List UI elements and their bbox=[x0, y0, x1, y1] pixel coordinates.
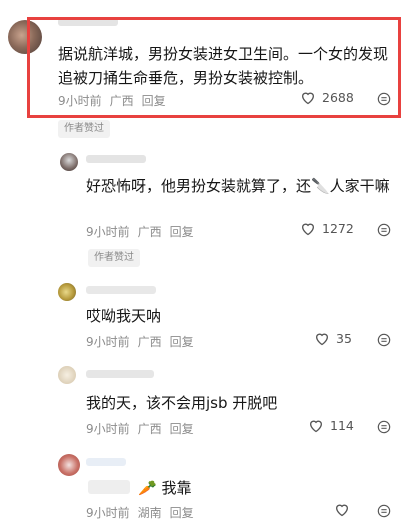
comment-text: 据说航洋城，男扮女装进女卫生间。一个女的发现追被刀捅生命垂危，男扮女装被控制。 bbox=[58, 45, 389, 87]
reply-button[interactable]: 回复 bbox=[142, 92, 166, 109]
more-circle-icon[interactable] bbox=[377, 333, 391, 347]
heart-outline-icon bbox=[301, 223, 315, 236]
more-circle-icon[interactable] bbox=[377, 223, 391, 237]
comment-meta: 9小时前 广西 回复 bbox=[86, 223, 202, 240]
avatar[interactable] bbox=[58, 283, 76, 301]
heart-outline-icon bbox=[335, 504, 349, 517]
comment-text: 哎呦我天呐 bbox=[86, 307, 162, 325]
like-button[interactable]: 35 bbox=[314, 331, 352, 346]
comment-location: 广西 bbox=[137, 422, 162, 436]
reply-button[interactable]: 回复 bbox=[170, 223, 194, 240]
more-circle-icon[interactable] bbox=[377, 92, 391, 106]
comment-text: 🥕 我靠 bbox=[138, 479, 192, 497]
comment-location: 广西 bbox=[109, 94, 134, 108]
heart-outline-icon bbox=[301, 92, 315, 105]
reply-button[interactable]: 回复 bbox=[170, 504, 194, 521]
avatar[interactable] bbox=[60, 153, 78, 171]
comment-location: 广西 bbox=[137, 335, 162, 349]
like-count: 114 bbox=[330, 418, 354, 433]
comment-location: 湖南 bbox=[137, 506, 162, 520]
more-circle-icon[interactable] bbox=[377, 504, 391, 518]
reply-button[interactable]: 回复 bbox=[170, 420, 194, 437]
comment-meta: 9小时前 湖南 回复 bbox=[86, 504, 202, 521]
avatar[interactable] bbox=[58, 454, 80, 476]
comment-meta: 9小时前 广西 回复 bbox=[86, 420, 202, 437]
like-button[interactable]: 1272 bbox=[300, 221, 354, 236]
comment-location: 广西 bbox=[137, 225, 162, 239]
comment-text: 好恐怖呀，他男扮女装就算了，还🔪人家干嘛 bbox=[86, 177, 390, 195]
reply-button[interactable]: 回复 bbox=[170, 333, 194, 350]
like-count: 1272 bbox=[322, 221, 354, 236]
like-count: 35 bbox=[336, 331, 352, 346]
author-liked-badge: 作者赞过 bbox=[58, 120, 110, 138]
like-count: 2688 bbox=[322, 90, 354, 105]
like-button[interactable]: 114 bbox=[308, 418, 354, 433]
comment-time: 9小时前 bbox=[86, 225, 130, 239]
comment-text: 我的天，该不会用jsb 开脱吧 bbox=[86, 394, 278, 412]
comment-meta: 9小时前 广西 回复 bbox=[86, 333, 202, 350]
heart-outline-icon bbox=[315, 333, 329, 346]
comment-time: 9小时前 bbox=[86, 422, 130, 436]
username-blurred[interactable] bbox=[86, 458, 126, 466]
comment-time: 9小时前 bbox=[86, 506, 130, 520]
like-button[interactable] bbox=[334, 502, 356, 517]
username-blurred[interactable] bbox=[86, 155, 146, 163]
avatar[interactable] bbox=[58, 366, 76, 384]
comment-meta: 9小时前 广西 回复 bbox=[58, 92, 174, 109]
author-liked-badge: 作者赞过 bbox=[88, 249, 140, 267]
username-blurred[interactable] bbox=[86, 286, 156, 294]
more-circle-icon[interactable] bbox=[377, 420, 391, 434]
comment-time: 9小时前 bbox=[86, 335, 130, 349]
username-blurred[interactable] bbox=[86, 370, 154, 378]
heart-outline-icon bbox=[309, 420, 323, 433]
blurred-sticker bbox=[88, 480, 130, 494]
comment-time: 9小时前 bbox=[58, 94, 102, 108]
like-button[interactable]: 2688 bbox=[300, 90, 354, 105]
